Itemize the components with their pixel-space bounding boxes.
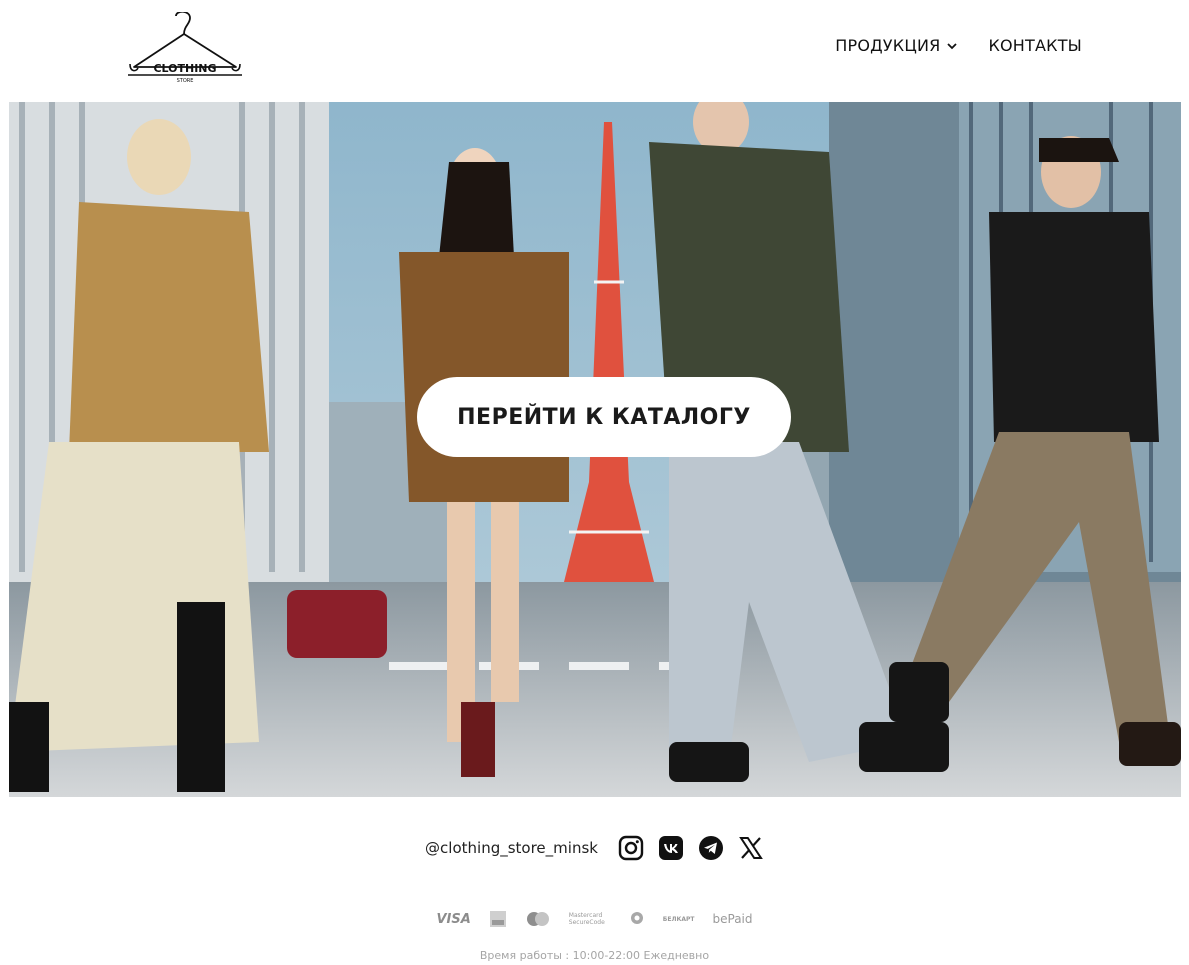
nav-contacts[interactable]: КОНТАКТЫ: [988, 36, 1082, 55]
logo-subtext: STORE: [177, 78, 194, 84]
hero-banner: ПЕРЕЙТИ К КАТАЛОГУ: [9, 102, 1181, 797]
store-logo[interactable]: CLOTHING STORE: [124, 10, 246, 88]
belkart-emblem-icon: [629, 910, 645, 928]
vk-icon[interactable]: [658, 835, 684, 861]
mastercard-securecode-label: Mastercard SecureCode: [568, 912, 605, 926]
logo-text: CLOTHING: [153, 62, 216, 75]
site-header: CLOTHING STORE ПРОДУКЦИЯ КОНТАКТЫ: [0, 0, 1189, 100]
hanger-logo-icon: CLOTHING STORE: [128, 10, 242, 84]
belkart-logo: БЕЛКАРТ: [662, 915, 695, 923]
nav-products-label: ПРОДУКЦИЯ: [835, 36, 941, 55]
chevron-down-icon: [947, 42, 958, 49]
mastercard-icon: [525, 911, 551, 927]
catalog-button[interactable]: ПЕРЕЙТИ К КАТАЛОГУ: [417, 377, 791, 457]
visa-logo: VISA: [436, 911, 471, 927]
nav-products[interactable]: ПРОДУКЦИЯ: [835, 36, 958, 55]
working-hours: Время работы : 10:00-22:00 Ежедневно: [479, 949, 710, 962]
payment-methods: VISA Mastercard SecureCode БЕЛКАРТ bePai…: [0, 910, 1189, 928]
social-handle[interactable]: @clothing_store_minsk: [425, 839, 598, 857]
x-icon[interactable]: [738, 835, 764, 861]
social-links: @clothing_store_minsk: [0, 835, 1189, 861]
verified-by-visa-icon: [489, 910, 507, 928]
nav-contacts-label: КОНТАКТЫ: [988, 36, 1082, 55]
instagram-icon[interactable]: [618, 835, 644, 861]
main-nav: ПРОДУКЦИЯ КОНТАКТЫ: [835, 36, 1082, 55]
telegram-icon[interactable]: [698, 835, 724, 861]
bepaid-logo: bePaid: [712, 912, 753, 926]
